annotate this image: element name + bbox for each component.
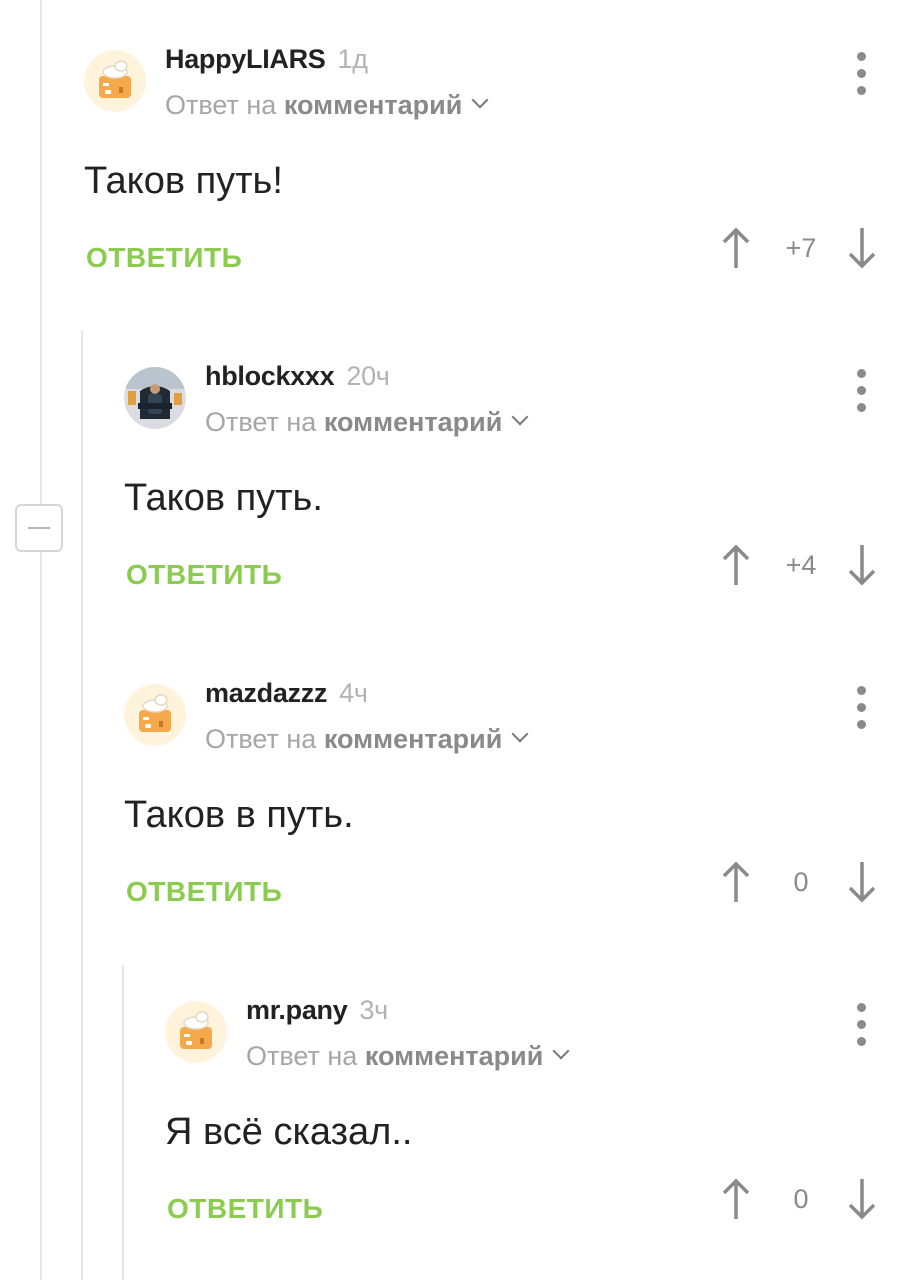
avatar[interactable]: [124, 684, 186, 746]
chevron-down-icon[interactable]: [511, 725, 529, 743]
thread-line-root: [40, 0, 42, 1280]
vote-controls: 0: [721, 1177, 877, 1221]
comment-time: 3ч: [359, 995, 388, 1025]
avatar[interactable]: [124, 367, 186, 429]
comment: mazdazzz 4ч Ответ на комментарий Таков в …: [124, 678, 911, 920]
comment-time: 4ч: [339, 678, 368, 708]
username-text[interactable]: mr.pany: [246, 995, 348, 1025]
photo-person-in-chair-avatar-icon: [124, 367, 186, 429]
reply-button[interactable]: ОТВЕТИТЬ: [86, 242, 242, 274]
chevron-down-icon[interactable]: [552, 1042, 570, 1060]
reply-button[interactable]: ОТВЕТИТЬ: [167, 1193, 323, 1225]
reply-to-link[interactable]: Ответ на комментарий: [205, 407, 529, 438]
arrow-down-icon[interactable]: [847, 226, 877, 270]
reply-to-link[interactable]: Ответ на комментарий: [246, 1041, 570, 1072]
username[interactable]: mr.pany 3ч: [246, 995, 388, 1026]
arrow-down-icon[interactable]: [847, 543, 877, 587]
rating-count: +4: [785, 549, 817, 580]
default-cake-avatar-icon: [84, 50, 146, 112]
rating-count: 0: [793, 1183, 809, 1214]
rating-count: +7: [785, 232, 817, 263]
more-vertical-icon[interactable]: [855, 686, 867, 730]
username-text[interactable]: hblockxxx: [205, 361, 335, 391]
default-cake-avatar-icon: [124, 684, 186, 746]
reply-target[interactable]: комментарий: [284, 90, 463, 120]
username[interactable]: hblockxxx 20ч: [205, 361, 390, 392]
comment-text: Таков путь!: [84, 160, 283, 202]
arrow-up-icon[interactable]: [721, 543, 751, 587]
arrow-down-icon[interactable]: [847, 860, 877, 904]
reply-to-link[interactable]: Ответ на комментарий: [165, 90, 489, 121]
vote-controls: +4: [721, 543, 877, 587]
reply-prefix: Ответ на: [246, 1041, 358, 1071]
comment-time: 20ч: [346, 361, 390, 391]
rating-count: 0: [793, 866, 809, 897]
reply-prefix: Ответ на: [205, 407, 317, 437]
collapse-thread-button[interactable]: [15, 504, 63, 552]
comment-text: Я всё сказал..: [165, 1111, 413, 1153]
comment: mr.pany 3ч Ответ на комментарий Я всё ска…: [165, 995, 911, 1237]
more-vertical-icon[interactable]: [855, 369, 867, 413]
reply-to-link[interactable]: Ответ на комментарий: [205, 724, 529, 755]
reply-button[interactable]: ОТВЕТИТЬ: [126, 876, 282, 908]
reply-button[interactable]: ОТВЕТИТЬ: [126, 559, 282, 591]
chevron-down-icon[interactable]: [511, 408, 529, 426]
avatar[interactable]: [84, 50, 146, 112]
vote-controls: +7: [721, 226, 877, 270]
arrow-up-icon[interactable]: [721, 226, 751, 270]
reply-prefix: Ответ на: [165, 90, 277, 120]
thread-line-level-1: [81, 330, 83, 1280]
comment-text: Таков путь.: [124, 477, 323, 519]
arrow-down-icon[interactable]: [847, 1177, 877, 1221]
reply-target[interactable]: комментарий: [324, 407, 503, 437]
avatar[interactable]: [165, 1001, 227, 1063]
comment-text: Таков в путь.: [124, 794, 354, 836]
reply-target[interactable]: комментарий: [324, 724, 503, 754]
comment-time: 1д: [337, 44, 368, 74]
reply-prefix: Ответ на: [205, 724, 317, 754]
username-text[interactable]: mazdazzz: [205, 678, 327, 708]
more-vertical-icon[interactable]: [855, 1003, 867, 1047]
more-vertical-icon[interactable]: [855, 52, 867, 96]
reply-target[interactable]: комментарий: [365, 1041, 544, 1071]
chevron-down-icon[interactable]: [471, 91, 489, 109]
comment: HappyLIARS 1д Ответ на комментарий Таков …: [84, 44, 911, 286]
default-cake-avatar-icon: [165, 1001, 227, 1063]
comment: hblockxxx 20ч Ответ на комментарий Таков …: [124, 361, 911, 603]
thread-line-level-2: [122, 965, 124, 1280]
username[interactable]: mazdazzz 4ч: [205, 678, 368, 709]
arrow-up-icon[interactable]: [721, 1177, 751, 1221]
vote-controls: 0: [721, 860, 877, 904]
arrow-up-icon[interactable]: [721, 860, 751, 904]
username[interactable]: HappyLIARS 1д: [165, 44, 368, 75]
username-text[interactable]: HappyLIARS: [165, 44, 326, 74]
